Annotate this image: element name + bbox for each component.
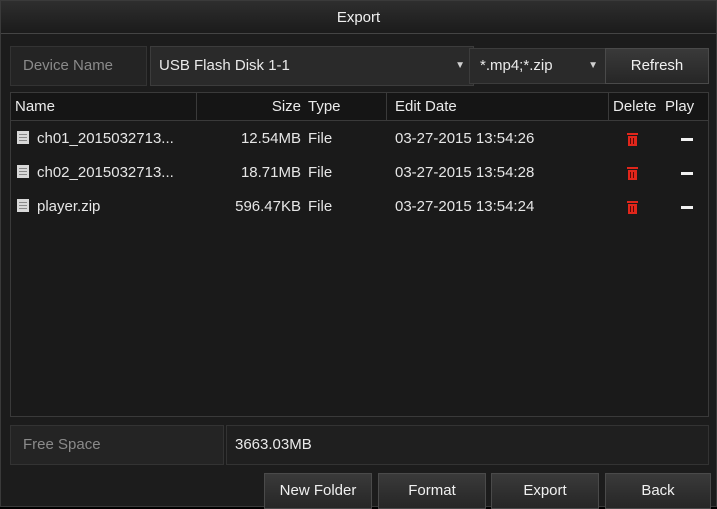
export-dialog: Export Device Name USB Flash Disk 1-1 ▼ …	[0, 0, 717, 509]
file-type-select-value: *.mp4;*.zip	[480, 57, 553, 74]
delete-cell	[609, 122, 661, 156]
file-type-select[interactable]: *.mp4;*.zip ▼	[469, 48, 607, 84]
file-table: Name Size Type Edit Date Delete Play ch0…	[10, 92, 709, 417]
file-size: 12.54MB	[240, 130, 301, 147]
back-button[interactable]: Back	[605, 473, 711, 509]
dialog-title: Export	[1, 1, 716, 34]
new-folder-button[interactable]: New Folder	[264, 473, 372, 509]
table-header: Name Size Type Edit Date Delete Play	[11, 93, 708, 121]
dash-icon[interactable]	[681, 138, 693, 141]
file-name: ch02_2015032713...	[37, 164, 174, 181]
column-header-name[interactable]: Name	[11, 93, 197, 121]
column-header-type[interactable]: Type	[305, 93, 387, 121]
free-space-value: 3663.03MB	[226, 425, 709, 465]
free-space-row: Free Space 3663.03MB	[10, 425, 709, 465]
file-name: player.zip	[37, 198, 101, 215]
trash-icon[interactable]	[627, 201, 638, 214]
play-cell	[661, 190, 708, 224]
device-name-label: Device Name	[10, 46, 147, 86]
device-row: Device Name USB Flash Disk 1-1 ▼ *.mp4;*…	[10, 46, 709, 86]
chevron-down-icon: ▼	[588, 60, 598, 71]
device-select-value: USB Flash Disk 1-1	[159, 57, 290, 74]
export-button[interactable]: Export	[491, 473, 599, 509]
file-name-cell: player.zip	[17, 190, 197, 224]
file-icon	[17, 131, 29, 144]
trash-icon[interactable]	[627, 167, 638, 180]
column-header-delete: Delete	[613, 98, 657, 115]
format-button[interactable]: Format	[378, 473, 486, 509]
table-row[interactable]: ch02_2015032713... 18.71MB File 03-27-20…	[11, 156, 708, 190]
device-select[interactable]: USB Flash Disk 1-1 ▼	[150, 46, 474, 86]
play-cell	[661, 156, 708, 190]
dash-icon[interactable]	[681, 172, 693, 175]
column-header-size[interactable]: Size	[197, 93, 305, 121]
file-type: File	[308, 198, 333, 215]
file-name: ch01_2015032713...	[37, 130, 174, 147]
table-row[interactable]: player.zip 596.47KB File 03-27-2015 13:5…	[11, 190, 708, 224]
file-name-cell: ch01_2015032713...	[17, 122, 197, 156]
file-icon	[17, 199, 29, 212]
file-type: File	[308, 130, 333, 147]
free-space-label: Free Space	[10, 425, 224, 465]
file-edit-date: 03-27-2015 13:54:28	[395, 164, 535, 181]
dash-icon[interactable]	[681, 206, 693, 209]
refresh-button[interactable]: Refresh	[605, 48, 709, 84]
table-row[interactable]: ch01_2015032713... 12.54MB File 03-27-20…	[11, 122, 708, 156]
file-name-cell: ch02_2015032713...	[17, 156, 197, 190]
delete-cell	[609, 190, 661, 224]
column-header-edit-date[interactable]: Edit Date	[387, 93, 609, 121]
column-header-play: Play	[665, 98, 695, 115]
file-edit-date: 03-27-2015 13:54:26	[395, 130, 535, 147]
file-size: 18.71MB	[240, 164, 301, 181]
file-edit-date: 03-27-2015 13:54:24	[395, 198, 535, 215]
trash-icon[interactable]	[627, 133, 638, 146]
delete-cell	[609, 156, 661, 190]
chevron-down-icon: ▼	[455, 60, 465, 71]
file-type: File	[308, 164, 333, 181]
file-icon	[17, 165, 29, 178]
play-cell	[661, 122, 708, 156]
file-size: 596.47KB	[235, 198, 301, 215]
